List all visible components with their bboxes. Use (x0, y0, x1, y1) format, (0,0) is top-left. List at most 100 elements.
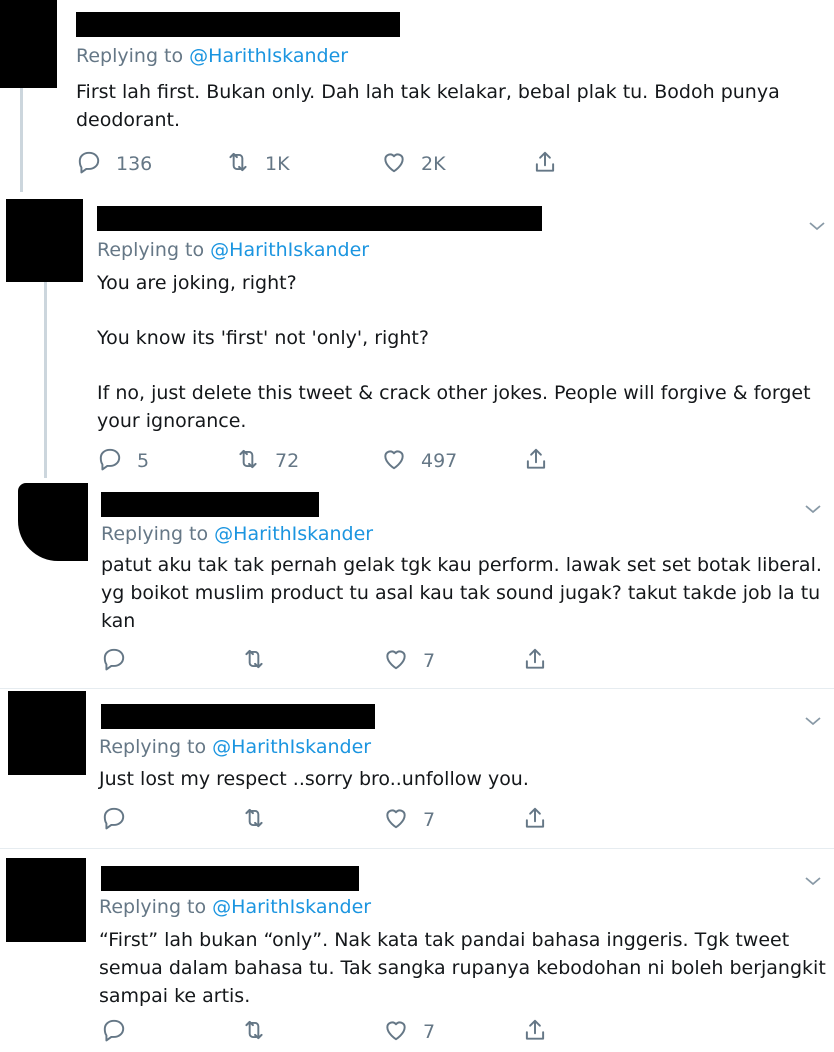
tweet-text: First lah first. Bukan only. Dah lah tak… (76, 78, 826, 134)
mention-link[interactable]: @HarithIskander (214, 523, 373, 545)
share-button[interactable] (522, 1017, 548, 1047)
share-button[interactable] (522, 805, 548, 835)
tweet-actions: 7 (101, 1017, 561, 1047)
chevron-down-icon (804, 712, 822, 731)
reply-icon (101, 1017, 127, 1047)
avatar-redacted[interactable] (6, 199, 83, 282)
share-button[interactable] (523, 446, 549, 476)
replying-to-label: Replying to (76, 45, 184, 67)
tweet-text-line: First lah first. Bukan only. Dah lah tak… (76, 81, 780, 103)
replying-to: Replying to @HarithIskander (76, 45, 348, 67)
reply-count: 136 (116, 153, 153, 175)
like-button[interactable]: 7 (383, 805, 435, 835)
tweet-text-line: sampai ke artis. (99, 985, 251, 1007)
heart-icon (383, 1017, 409, 1047)
reply-button[interactable] (101, 805, 127, 835)
share-icon (522, 646, 548, 676)
share-icon (532, 149, 558, 179)
tweet-reply-4[interactable]: Replying to @HarithIskander Just lost my… (0, 689, 834, 847)
reply-button[interactable]: 5 (97, 446, 149, 476)
tweet-reply-5[interactable]: Replying to @HarithIskander “First” lah … (0, 849, 834, 1052)
reply-button[interactable] (101, 646, 127, 676)
share-button[interactable] (532, 149, 558, 179)
tweet-reply-2[interactable]: Replying to @HarithIskander You are joki… (0, 195, 834, 477)
mention-link[interactable]: @HarithIskander (210, 239, 369, 261)
tweet-text: patut aku tak tak pernah gelak tgk kau p… (101, 551, 831, 635)
tweet-text-line: You know its 'first' not 'only', right? (97, 327, 429, 349)
heart-icon (383, 646, 409, 676)
reply-icon (101, 646, 127, 676)
replying-to: Replying to @HarithIskander (101, 523, 373, 545)
more-options-button[interactable] (804, 500, 822, 514)
mention-link[interactable]: @HarithIskander (189, 45, 348, 67)
username-redacted[interactable] (76, 12, 400, 37)
mention-link[interactable]: @HarithIskander (212, 736, 371, 758)
reply-count: 5 (137, 450, 150, 472)
replying-to: Replying to @HarithIskander (99, 736, 371, 758)
tweet-text: You are joking, right? You know its 'fir… (97, 269, 827, 435)
retweet-button[interactable]: 72 (235, 446, 299, 476)
username-redacted[interactable] (97, 206, 542, 231)
share-icon (523, 446, 549, 476)
chevron-down-icon (804, 872, 822, 891)
retweet-button[interactable] (241, 1017, 267, 1047)
share-icon (522, 805, 548, 835)
tweet-text-line: kan (101, 610, 136, 632)
like-count: 7 (423, 650, 436, 672)
tweet-actions: 136 1K 2K (76, 149, 576, 179)
replying-to: Replying to @HarithIskander (97, 239, 369, 261)
retweet-icon (241, 805, 267, 835)
like-count: 497 (421, 450, 458, 472)
reply-button[interactable] (101, 1017, 127, 1047)
tweet-text: “First” lah bukan “only”. Nak kata tak p… (99, 926, 829, 1010)
like-button[interactable]: 7 (383, 1017, 435, 1047)
avatar-redacted[interactable] (0, 0, 57, 88)
retweet-button[interactable] (241, 805, 267, 835)
heart-icon (381, 149, 407, 179)
tweet-text: Just lost my respect ..sorry bro..unfoll… (99, 765, 829, 793)
reply-button[interactable]: 136 (76, 149, 152, 179)
reply-icon (97, 446, 123, 476)
more-options-button[interactable] (804, 712, 822, 726)
more-options-button[interactable] (804, 872, 822, 886)
avatar-redacted[interactable] (6, 858, 86, 942)
reply-icon (101, 805, 127, 835)
avatar-redacted[interactable] (8, 691, 86, 775)
tweet-text-line: patut aku tak tak pernah gelak tgk kau p… (101, 554, 822, 576)
username-redacted[interactable] (101, 492, 319, 517)
reply-icon (76, 149, 102, 179)
like-button[interactable]: 7 (383, 646, 435, 676)
replying-to-label: Replying to (97, 239, 205, 261)
tweet-text-line: You are joking, right? (97, 272, 297, 294)
share-button[interactable] (522, 646, 548, 676)
tweet-text-line: yg boikot muslim product tu asal kau tak… (101, 582, 821, 604)
retweet-count: 1K (265, 153, 290, 175)
like-count: 7 (423, 1021, 436, 1043)
more-options-button[interactable] (808, 217, 826, 231)
tweet-reply-1[interactable]: Replying to @HarithIskander First lah fi… (0, 0, 834, 195)
heart-icon (383, 805, 409, 835)
like-count: 2K (421, 153, 446, 175)
retweet-button[interactable] (241, 646, 267, 676)
replying-to: Replying to @HarithIskander (99, 896, 371, 918)
like-button[interactable]: 2K (381, 149, 446, 179)
retweet-count: 72 (275, 450, 300, 472)
tweet-text-line: If no, just delete this tweet & crack ot… (97, 382, 811, 404)
tweet-actions: 5 72 497 (97, 446, 567, 476)
username-redacted[interactable] (101, 704, 375, 729)
tweet-reply-3[interactable]: Replying to @HarithIskander patut aku ta… (0, 480, 834, 687)
retweet-icon (235, 446, 261, 476)
tweet-text-line: deodorant. (76, 109, 181, 131)
retweet-icon (225, 149, 251, 179)
tweet-text-line: Just lost my respect ..sorry bro..unfoll… (99, 768, 529, 790)
tweet-text-line: semua dalam bahasa tu. Tak sangka rupany… (99, 957, 826, 979)
tweet-actions: 7 (101, 646, 561, 676)
chevron-down-icon (808, 217, 826, 236)
replying-to-label: Replying to (101, 523, 209, 545)
retweet-button[interactable]: 1K (225, 149, 290, 179)
username-redacted[interactable] (101, 866, 359, 891)
avatar-redacted[interactable] (18, 483, 88, 561)
share-icon (522, 1017, 548, 1047)
mention-link[interactable]: @HarithIskander (212, 896, 371, 918)
like-button[interactable]: 497 (381, 446, 457, 476)
